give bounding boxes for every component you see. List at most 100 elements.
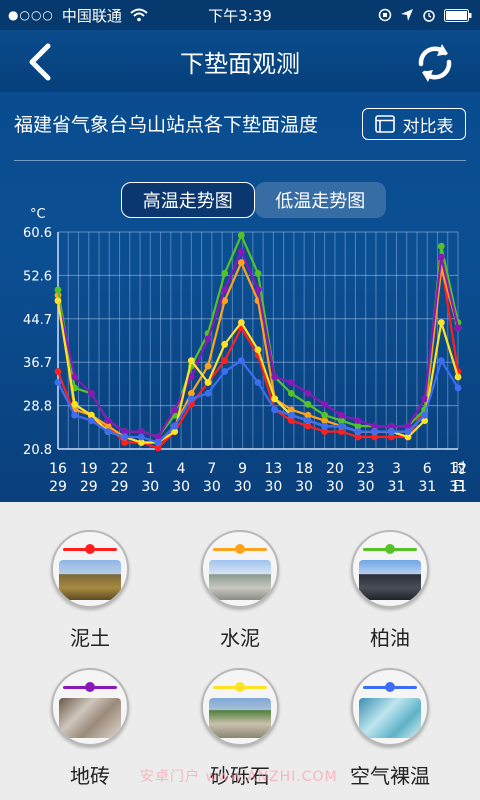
data-point-series-4 bbox=[271, 373, 279, 381]
x-tick-hour: 4 bbox=[177, 461, 186, 477]
data-point-series-6 bbox=[437, 357, 445, 365]
data-point-series-4 bbox=[354, 417, 362, 425]
compare-table-label: 对比表 bbox=[402, 116, 454, 137]
legend-item[interactable]: 地砖 bbox=[25, 668, 155, 789]
legend-item[interactable]: 水泥 bbox=[175, 530, 305, 651]
data-point-series-6 bbox=[87, 417, 95, 425]
x-tick-day: 29 bbox=[49, 479, 67, 495]
data-point-series-4 bbox=[171, 406, 179, 414]
data-point-series-4 bbox=[254, 286, 262, 294]
x-tick-day: 29 bbox=[80, 479, 98, 495]
x-tick-hour: 23 bbox=[357, 461, 375, 477]
data-point-series-3 bbox=[237, 231, 245, 239]
data-point-series-6 bbox=[154, 439, 162, 446]
data-point-series-3 bbox=[304, 400, 312, 408]
battery-icon bbox=[444, 8, 472, 22]
data-point-series-5 bbox=[237, 319, 245, 326]
x-tick-hour: 6 bbox=[423, 461, 432, 477]
data-point-series-6 bbox=[121, 433, 129, 441]
rotation-lock-icon bbox=[378, 8, 392, 22]
status-bar: ●○○○ 中国联通 下午3:39 bbox=[0, 0, 480, 30]
data-point-series-6 bbox=[237, 357, 245, 365]
data-point-series-3 bbox=[437, 242, 445, 250]
alarm-icon bbox=[423, 10, 435, 22]
surface-thumbnail bbox=[209, 698, 271, 738]
legend-label: 水泥 bbox=[220, 626, 260, 650]
refresh-button[interactable] bbox=[412, 40, 458, 86]
data-point-series-5 bbox=[187, 357, 195, 365]
x-tick-hour: 9 bbox=[238, 461, 247, 477]
data-point-series-6 bbox=[387, 428, 395, 435]
data-point-series-3 bbox=[254, 270, 262, 277]
series-line-5 bbox=[56, 300, 460, 444]
x-tick-day: 30 bbox=[234, 479, 252, 495]
series-line-3 bbox=[56, 234, 460, 439]
data-point-series-6 bbox=[221, 368, 229, 375]
x-tick-day: 30 bbox=[326, 479, 344, 495]
x-tick-day: 30 bbox=[141, 479, 159, 495]
data-point-series-5 bbox=[71, 400, 79, 408]
y-tick-label: 36.7 bbox=[23, 356, 52, 371]
legend-label: 地砖 bbox=[70, 764, 110, 788]
x-tick-hour: 7 bbox=[207, 461, 216, 477]
data-point-series-6 bbox=[271, 406, 279, 414]
data-point-series-4 bbox=[71, 373, 79, 381]
data-point-series-4 bbox=[87, 389, 95, 397]
data-point-series-4 bbox=[454, 324, 462, 332]
wifi-icon bbox=[130, 8, 148, 22]
x-tick-hour: 20 bbox=[326, 461, 344, 477]
legend-badge bbox=[351, 530, 429, 608]
page-title: 下垫面观测 bbox=[180, 49, 300, 78]
y-tick-label: 60.6 bbox=[23, 226, 52, 241]
data-point-series-3 bbox=[54, 286, 62, 294]
x-tick-day: 30 bbox=[172, 479, 190, 495]
y-tick-label: 28.8 bbox=[23, 400, 52, 415]
data-point-series-3 bbox=[287, 389, 295, 397]
data-point-series-4 bbox=[104, 417, 112, 425]
data-point-series-2 bbox=[204, 362, 212, 370]
legend-item[interactable]: 空气裸温 bbox=[325, 668, 455, 789]
data-point-series-6 bbox=[187, 395, 195, 403]
watermark-text: 安卓门户 www.ANZHI.COM bbox=[140, 769, 338, 785]
data-point-series-6 bbox=[354, 428, 362, 435]
data-point-series-1 bbox=[54, 368, 62, 375]
data-point-series-5 bbox=[437, 319, 445, 326]
data-point-series-5 bbox=[454, 373, 462, 381]
legend-label: 泥土 bbox=[70, 626, 110, 650]
x-tick-day: 30 bbox=[357, 479, 375, 495]
data-point-series-6 bbox=[171, 422, 179, 430]
surface-thumbnail bbox=[59, 560, 121, 600]
legend-badge bbox=[201, 530, 279, 608]
surface-thumbnail bbox=[59, 698, 121, 738]
compare-table-button[interactable]: 对比表 bbox=[362, 108, 466, 140]
x-tick-day: 31 bbox=[388, 479, 406, 495]
back-button[interactable] bbox=[20, 40, 64, 84]
legend-dot-swatch bbox=[385, 544, 395, 554]
data-point-series-6 bbox=[54, 379, 62, 386]
data-point-series-4 bbox=[287, 379, 295, 386]
data-point-series-5 bbox=[221, 340, 229, 348]
x-tick-hour: 22 bbox=[111, 461, 129, 477]
legend-item[interactable]: 柏油 bbox=[325, 530, 455, 651]
data-point-series-3 bbox=[321, 411, 329, 419]
data-point-series-6 bbox=[421, 411, 429, 419]
data-point-series-5 bbox=[254, 346, 262, 354]
legend-dot-swatch bbox=[235, 544, 245, 554]
data-point-series-4 bbox=[237, 248, 245, 256]
data-point-series-6 bbox=[371, 428, 379, 435]
legend-badge bbox=[51, 530, 129, 608]
app-screen: ●○○○ 中国联通 下午3:39 下垫面观测 福建省气象台乌山站点各下垫面温度 … bbox=[0, 0, 480, 800]
data-point-series-6 bbox=[254, 379, 262, 386]
x-tick-day: 31 bbox=[418, 479, 436, 495]
x-tick-day: 30 bbox=[295, 479, 313, 495]
chart-panel: 福建省气象台乌山站点各下垫面温度 对比表 高温走势图 低温走势图 60.6 52.… bbox=[0, 92, 480, 502]
legend-dot-swatch bbox=[385, 682, 395, 692]
legend-item[interactable]: 泥土 bbox=[25, 530, 155, 651]
nav-header: 下垫面观测 bbox=[0, 30, 480, 92]
x-tick-day: 30 bbox=[203, 479, 221, 495]
legend-badge bbox=[201, 668, 279, 746]
x-tick-hour: 3 bbox=[392, 461, 401, 477]
x-tick-hour: 19 bbox=[80, 461, 98, 477]
surface-thumbnail bbox=[359, 698, 421, 738]
y-axis-unit: °C bbox=[30, 207, 46, 222]
